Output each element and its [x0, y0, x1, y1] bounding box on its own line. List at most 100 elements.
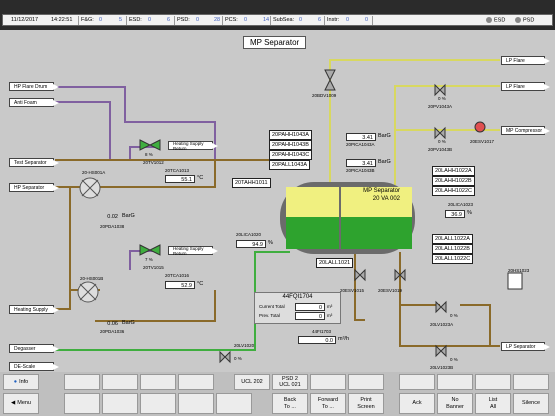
hx-bottom-tag: 20-HS001B [80, 276, 104, 281]
blank-button-8[interactable] [437, 374, 473, 390]
blank-button-13[interactable] [140, 393, 176, 414]
blank-button-14[interactable] [178, 393, 214, 414]
pahh-tag-c[interactable]: 20PAHH1043C [269, 150, 313, 160]
pcs-count-a: 0 [244, 17, 248, 23]
connector-lp-flare-1[interactable]: LP Flare [501, 56, 550, 65]
pv2-tag: 20PV1043B [428, 147, 453, 152]
lv1-pct: 0 % [450, 313, 458, 318]
level-ctrl-unit: % [268, 240, 273, 246]
connector-heating-supply[interactable]: Heating Supply [9, 305, 59, 314]
lall-tag-a[interactable]: 20LALL1022A [432, 234, 473, 244]
ucl202-button[interactable]: UCL 202 [234, 374, 270, 390]
top-valve-tag: 20TV1012 [143, 160, 164, 165]
connector-degasser[interactable]: Degasser [9, 344, 59, 353]
lall-1021-tag[interactable]: 20LALL1021 [316, 258, 354, 268]
list-all-button[interactable]: List All [475, 393, 511, 414]
blank-button-2[interactable] [102, 374, 138, 390]
menu-arrow-icon: ◀ [11, 400, 16, 407]
press-unit: BarG [122, 213, 135, 219]
esd-count-a: 0 [148, 17, 152, 23]
pahh-tag-b[interactable]: 20PAHH1043B [269, 140, 312, 150]
flow-rate-value: 0.0 [298, 336, 336, 344]
subsea-label: SubSea: [273, 17, 295, 23]
connector-de-scale[interactable]: DE-Scale [9, 362, 59, 371]
psd-count-a: 0 [196, 17, 200, 23]
press2-unit: BarG [122, 320, 135, 326]
press-value: 0.02 [107, 214, 118, 220]
connector-lp-flare-2[interactable]: LP Flare [501, 82, 550, 91]
lall-tag-c[interactable]: 20LALL1022C [432, 254, 474, 264]
link-heating-supply-return-bottom[interactable]: Heating Supply Return [168, 246, 218, 255]
blank-button-9[interactable] [475, 374, 511, 390]
blank-button-15[interactable] [216, 393, 252, 414]
prev-total-value: 0 [295, 312, 325, 320]
pcs-label: PCS: [225, 17, 238, 23]
flow-rate-unit: m³/h [338, 336, 349, 342]
pcs-count-b: 14 [263, 17, 270, 23]
blank-button-6[interactable] [348, 374, 384, 390]
pv1-tag: 20PV1043A [428, 104, 453, 109]
esv-tag: 20ESV1015 [340, 288, 365, 293]
forward-to-button[interactable]: Forward To ... [310, 393, 346, 414]
pall-tag-a[interactable]: 20PALL1043A [269, 160, 311, 170]
button-bar: ● Info UCL 202 PSD 2 UCL 021 ◀ Menu Back T… [0, 372, 555, 416]
current-total-value: 0 [295, 303, 325, 311]
blank-button-11[interactable] [64, 393, 100, 414]
heat-exchanger-top [79, 177, 101, 199]
lahh-tag-a[interactable]: 20LAHH1022A [432, 166, 475, 176]
connector-mp-compressor[interactable]: MP Compressor [501, 126, 550, 135]
separator-id: 20 VA 002 [372, 196, 400, 202]
connector-hp-flare-drum[interactable]: HP Flare Drum [9, 82, 59, 91]
connector-lp-separator[interactable]: LP Separator [501, 342, 550, 351]
blank-button-1[interactable] [64, 374, 100, 390]
esd-indicator[interactable]: ESD [486, 17, 505, 23]
blank-button-12[interactable] [102, 393, 138, 414]
lica-unit: % [467, 210, 472, 216]
esd-count-b: 6 [167, 17, 171, 23]
sdv-tag: 20ESV1017 [470, 139, 495, 144]
fg-label: F&G: [81, 17, 94, 23]
page-title: MP Separator [243, 36, 307, 49]
lahh-tag-c[interactable]: 20LAHH1022C [432, 186, 475, 196]
menu-button[interactable]: ◀ Menu [3, 393, 39, 414]
connector-test-separator[interactable]: Test Separator [9, 158, 59, 167]
connector-anti-foam[interactable]: Anti Foam [9, 98, 59, 107]
alarm-valve-icon [474, 121, 486, 133]
silence-button[interactable]: Silence [513, 393, 549, 414]
lahh-tag-b[interactable]: 20LAHH1022B [432, 176, 475, 186]
esv2-tag: 20ESV1019 [378, 288, 403, 293]
blank-button-3[interactable] [140, 374, 176, 390]
back-to-button[interactable]: Back To ... [272, 393, 308, 414]
psd2-ucl021-button[interactable]: PSD 2 UCL 021 [272, 374, 308, 390]
subsea-count-b: 6 [318, 17, 322, 23]
press2-value: 0.06 [107, 321, 118, 327]
pica1-unit: BarG [378, 133, 391, 139]
blank-button-7[interactable] [399, 374, 435, 390]
print-screen-button[interactable]: Print Screen [348, 393, 384, 414]
blank-button-5[interactable] [310, 374, 346, 390]
psd-count-b: 28 [214, 17, 221, 23]
bot-temp-tag: 20TCA1016 [165, 273, 190, 278]
no-banner-button[interactable]: No Banner [437, 393, 473, 414]
link-heating-supply-return-top[interactable]: Heating Supply Return [168, 141, 218, 150]
subsea-count-a: 0 [299, 17, 303, 23]
fg-count-a: 0 [99, 17, 103, 23]
status-time: 14:22:51 [51, 17, 73, 23]
lall-tag-b[interactable]: 20LALL1022B [432, 244, 473, 254]
flow-rate-tag: 44FI1703 [312, 329, 332, 334]
pahh-tag-a[interactable]: 20PAHH1043A [269, 130, 312, 140]
instr-count-b: 0 [365, 17, 369, 23]
esd-indicator-icon [486, 17, 492, 23]
lica-tag: 20LICA1023 [448, 202, 474, 207]
bot-valve-tag: 20TV1015 [143, 265, 164, 270]
connector-hp-separator[interactable]: HP Separator [9, 183, 59, 192]
info-button[interactable]: ● Info [3, 374, 39, 390]
current-total-unit: m³ [327, 304, 333, 309]
blank-button-10[interactable] [513, 374, 549, 390]
psd-indicator[interactable]: PSD [515, 17, 534, 23]
blank-button-4[interactable] [178, 374, 214, 390]
ack-button[interactable]: Ack [399, 393, 435, 414]
inlet-temp-alarm-tag[interactable]: 20TAHH1011 [232, 178, 271, 188]
pica2-tag: 20PICA1043B [346, 168, 375, 173]
top-temp-unit: °C [197, 175, 204, 181]
